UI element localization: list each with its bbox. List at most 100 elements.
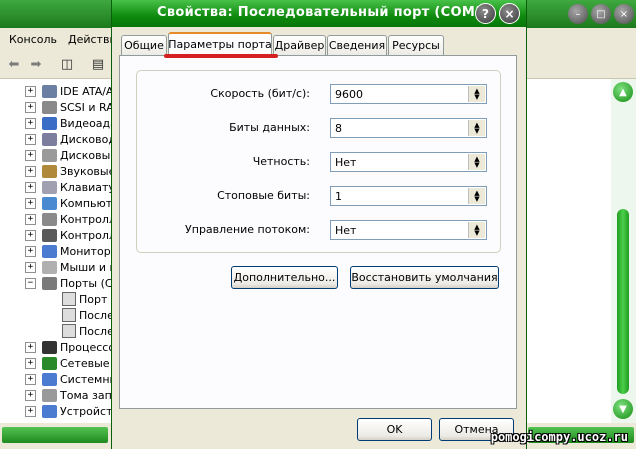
expand-icon[interactable]: + <box>25 101 36 113</box>
scroll-thumb[interactable] <box>617 209 629 394</box>
tree-category[interactable]: + Клавиату <box>0 179 120 195</box>
device-category-icon <box>42 148 57 162</box>
expand-icon[interactable]: + <box>25 405 36 417</box>
tree-category-label: SCSI и RA <box>60 100 114 114</box>
tree-category[interactable]: + Системны <box>0 371 120 387</box>
collapse-icon[interactable]: − <box>25 277 36 289</box>
expand-icon[interactable]: + <box>25 229 36 241</box>
menu-action[interactable]: Действи <box>68 33 117 46</box>
device-category-icon <box>42 116 57 130</box>
tree-category[interactable]: + Тома запо <box>0 387 120 403</box>
expand-icon[interactable]: + <box>25 373 36 385</box>
tree-category-label: Мыши и и <box>60 260 117 274</box>
menu-console[interactable]: Консоль <box>9 33 57 46</box>
expand-icon[interactable]: + <box>25 245 36 257</box>
flow-control-label: Управление потоком: <box>185 223 310 236</box>
device-category-icon <box>42 212 57 226</box>
spin-arrows-icon[interactable]: ▲ ▼ <box>468 188 485 204</box>
tree-port-item[interactable]: Порт п <box>0 291 120 307</box>
dialog-titlebar: Свойства: Последовательный порт (COM1) ?… <box>112 0 526 27</box>
stop-bits-select[interactable]: 1 ▲ ▼ <box>330 186 487 206</box>
tree-category[interactable]: − Порты (CO <box>0 275 121 291</box>
expand-icon[interactable]: + <box>25 165 36 177</box>
device-category-icon <box>42 84 57 98</box>
tree-scrollbar[interactable]: ▲ ▼ <box>611 79 636 423</box>
tree-category[interactable]: + Звуковые <box>0 163 120 179</box>
device-category-icon <box>42 276 57 290</box>
expand-icon[interactable]: + <box>25 149 36 161</box>
tree-port-item[interactable]: После <box>0 323 120 339</box>
port-settings-panel: Скорость (бит/с): 9600 ▲ ▼ Биты данных: 8… <box>119 55 517 409</box>
device-category-icon <box>42 132 57 146</box>
tree-category[interactable]: + Контролл <box>0 211 120 227</box>
device-category-icon <box>42 388 57 402</box>
expand-icon[interactable]: + <box>25 357 36 369</box>
scroll-down-button[interactable]: ▼ <box>613 399 633 419</box>
device-category-icon <box>42 404 57 418</box>
back-arrow-icon[interactable]: ⬅ <box>5 56 23 72</box>
tree-category[interactable]: + Дисковод <box>0 131 120 147</box>
tree-port-label: После <box>79 308 114 322</box>
device-category-icon <box>42 356 57 370</box>
flow-control-select[interactable]: Нет ▲ ▼ <box>330 220 487 240</box>
baud-rate-label: Скорость (бит/с): <box>210 87 310 100</box>
spin-arrows-icon[interactable]: ▲ ▼ <box>468 154 485 170</box>
tree-category[interactable]: + Сетевые <box>0 355 120 371</box>
show-hide-tree-icon[interactable]: ◫ <box>58 56 76 72</box>
baud-rate-select[interactable]: 9600 ▲ ▼ <box>330 84 487 104</box>
tab-driver[interactable]: Драйвер <box>273 35 326 55</box>
tree-category[interactable]: + SCSI и RA <box>0 99 120 115</box>
expand-icon[interactable]: + <box>25 261 36 273</box>
device-category-icon <box>42 196 57 210</box>
tree-category[interactable]: + Мыши и и <box>0 259 120 275</box>
tab-details[interactable]: Сведения <box>327 35 387 55</box>
status-segment <box>2 427 108 443</box>
tab-port-settings[interactable]: Параметры порта <box>168 32 272 55</box>
ok-button[interactable]: OK <box>357 418 432 441</box>
advanced-button[interactable]: Дополнительно... <box>231 266 338 289</box>
device-category-icon <box>42 164 57 178</box>
scroll-up-button[interactable]: ▲ <box>613 82 633 102</box>
properties-icon[interactable]: ▤ <box>89 56 107 72</box>
data-bits-select[interactable]: 8 ▲ ▼ <box>330 118 487 138</box>
help-button[interactable]: ? <box>475 3 496 24</box>
expand-icon[interactable]: + <box>25 341 36 353</box>
settings-group: Скорость (бит/с): 9600 ▲ ▼ Биты данных: 8… <box>136 70 501 253</box>
dialog-title: Свойства: Последовательный порт (COM1) <box>157 5 491 20</box>
device-category-icon <box>42 260 57 274</box>
tree-category[interactable]: + IDE ATA/A <box>0 83 120 99</box>
tree-category[interactable]: + Мониторы <box>0 243 120 259</box>
tree-category[interactable]: + Контролл <box>0 227 120 243</box>
background-close-button[interactable]: × <box>614 4 634 24</box>
expand-icon[interactable]: + <box>25 117 36 129</box>
expand-icon[interactable]: + <box>25 197 36 209</box>
tree-category[interactable]: + Дисковые <box>0 147 120 163</box>
parity-value: Нет <box>335 156 357 169</box>
expand-icon[interactable]: + <box>25 389 36 401</box>
expand-icon[interactable]: + <box>25 133 36 145</box>
tree-category[interactable]: + Устройств <box>0 403 120 419</box>
spin-arrows-icon[interactable]: ▲ ▼ <box>468 120 485 136</box>
tree-category-label: Клавиату <box>60 180 115 194</box>
tab-resources[interactable]: Ресурсы <box>388 35 444 55</box>
parity-select[interactable]: Нет ▲ ▼ <box>330 152 487 172</box>
parity-label: Четность: <box>252 155 310 168</box>
forward-arrow-icon[interactable]: ➡ <box>27 56 45 72</box>
expand-icon[interactable]: + <box>25 85 36 97</box>
tree-port-item[interactable]: После <box>0 307 120 323</box>
close-button[interactable]: × <box>499 3 520 24</box>
expand-icon[interactable]: + <box>25 213 36 225</box>
tree-category-label: Контролл <box>60 228 116 242</box>
restore-defaults-button[interactable]: Восстановить умолчания <box>350 266 499 289</box>
spin-arrows-icon[interactable]: ▲ ▼ <box>468 86 485 102</box>
background-maximize-button[interactable]: □ <box>591 4 611 24</box>
tree-category[interactable]: + Компьюте <box>0 195 120 211</box>
tree-category-label: Системны <box>60 372 119 386</box>
tree-category[interactable]: + Процессор <box>0 339 122 355</box>
device-category-icon <box>42 372 57 386</box>
background-minimize-button[interactable]: – <box>568 4 588 24</box>
expand-icon[interactable]: + <box>25 181 36 193</box>
tree-category[interactable]: + Видеоада <box>0 115 120 131</box>
tab-general[interactable]: Общие <box>121 35 167 55</box>
spin-arrows-icon[interactable]: ▲ ▼ <box>468 222 485 238</box>
